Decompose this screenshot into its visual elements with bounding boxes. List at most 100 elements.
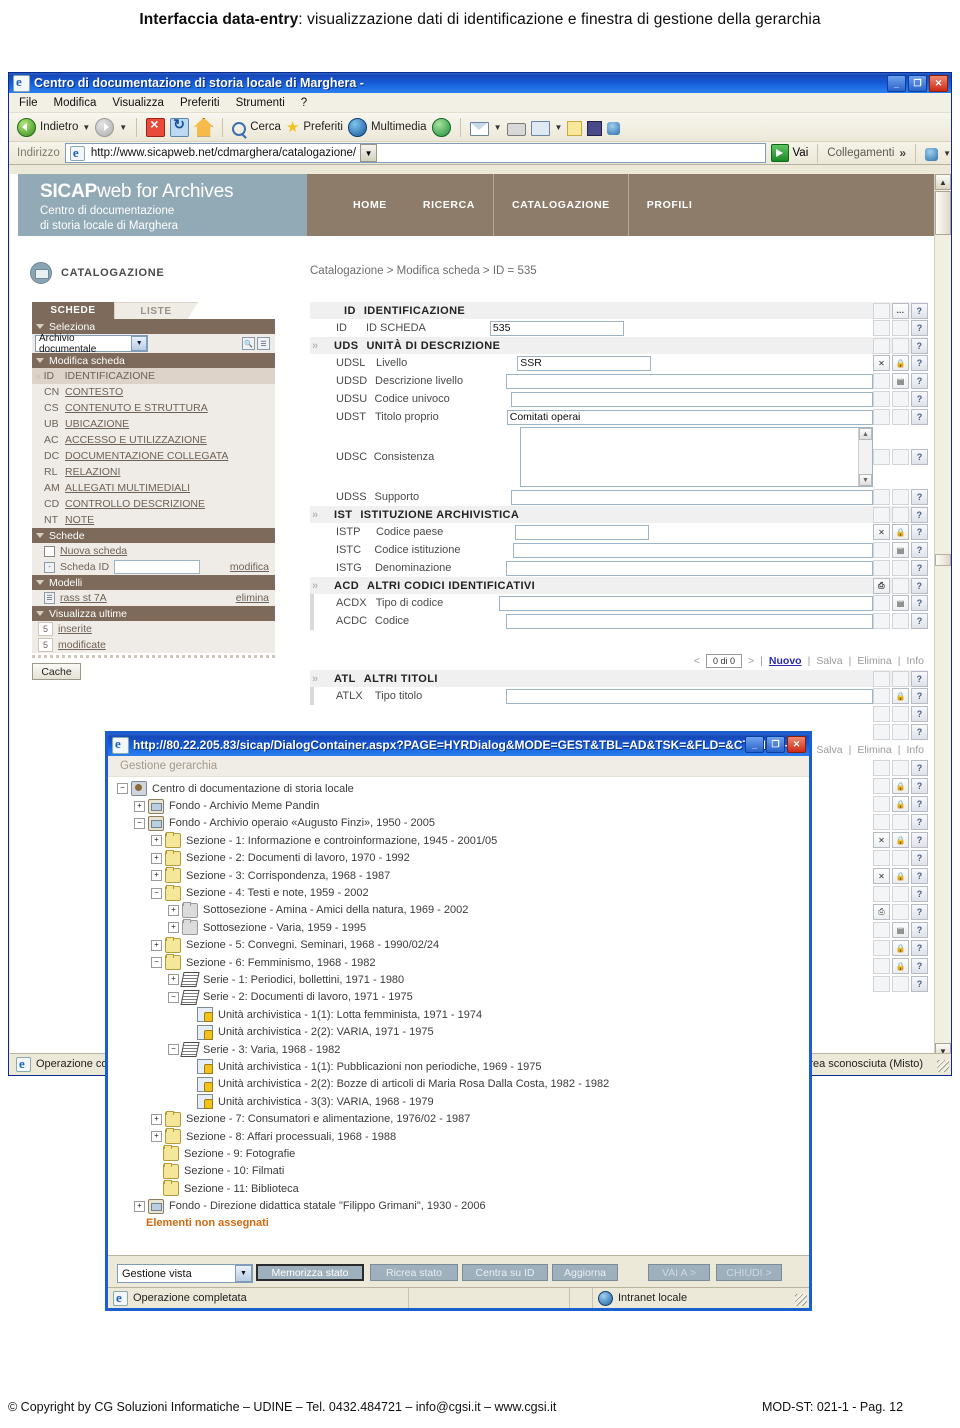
- sidebar-item-accesso[interactable]: AC ACCESSO E UTILIZZAZIONE: [32, 432, 275, 448]
- help-button-h8[interactable]: ?: [911, 850, 928, 866]
- row-extra-udss[interactable]: [892, 489, 909, 505]
- row-extra-h6[interactable]: [892, 814, 909, 830]
- expand-icon[interactable]: +: [151, 870, 162, 882]
- nav-elimina[interactable]: Elimina: [857, 655, 891, 667]
- expand-icon[interactable]: +: [134, 1200, 145, 1212]
- multimedia-button[interactable]: Multimedia: [347, 117, 427, 137]
- tree-node[interactable]: − Fondo - Archivio operaio «Augusto Finzi…: [111, 815, 809, 832]
- row-extra-2[interactable]: [892, 320, 909, 336]
- row-check-h3[interactable]: [873, 760, 890, 776]
- input-id-scheda[interactable]: 535: [489, 320, 624, 336]
- tree-node[interactable]: Unità archivistica - 2(2): Bozze di arti…: [111, 1076, 809, 1093]
- sidebar-label-am[interactable]: ALLEGATI MULTIMEDIALI: [65, 482, 190, 494]
- row-check-h14[interactable]: [873, 958, 890, 974]
- help-button-istp[interactable]: ?: [911, 524, 928, 540]
- tree-node[interactable]: + Sezione - 8: Affari processuali, 1968 -…: [111, 1128, 809, 1145]
- sidebar-label-dc[interactable]: DOCUMENTAZIONE COLLEGATA: [65, 450, 228, 462]
- input-acdx[interactable]: [499, 595, 873, 611]
- expand-icon[interactable]: +: [134, 800, 145, 812]
- row-check-h2[interactable]: [873, 724, 890, 740]
- help-button-h15[interactable]: ?: [911, 976, 928, 992]
- row-check-ist[interactable]: [873, 506, 890, 523]
- ellipsis-button[interactable]: ...: [892, 302, 909, 319]
- tree-node[interactable]: − Sezione - 6: Femminismo, 1968 - 1982: [111, 954, 809, 971]
- expand-icon[interactable]: +: [168, 922, 179, 934]
- refresh-icon[interactable]: [170, 116, 190, 137]
- list-icon-acdx[interactable]: ▤: [892, 595, 909, 611]
- tree-node[interactable]: Unità archivistica - 2(2): VARIA, 1971 -…: [111, 1023, 809, 1040]
- help-button-acd[interactable]: ?: [911, 577, 928, 594]
- row-extra-istg[interactable]: [892, 560, 909, 576]
- input-atlx[interactable]: [506, 688, 874, 704]
- page-scrollbar[interactable]: ▲ ▼: [934, 174, 951, 1059]
- stop-icon[interactable]: [146, 116, 166, 137]
- expand-icon[interactable]: +: [151, 1113, 162, 1125]
- sidebar-item-note[interactable]: NT NOTE: [32, 512, 275, 528]
- help-button-udss[interactable]: ?: [911, 489, 928, 505]
- group-modifica-scheda[interactable]: Modifica scheda: [32, 353, 275, 368]
- sidebar-label-nt[interactable]: NOTE: [65, 514, 94, 526]
- go-button[interactable]: Vai: [771, 144, 808, 162]
- help-button-h6[interactable]: ?: [911, 814, 928, 830]
- tree-node[interactable]: − Centro di documentazione di storia loca…: [111, 780, 809, 797]
- ultime-inserite-row[interactable]: 5 inserite: [32, 621, 275, 637]
- aggiorna-button[interactable]: Aggiorna: [552, 1264, 618, 1281]
- tree-node[interactable]: + Sezione - 1: Informazione e controinfor…: [111, 832, 809, 849]
- menu-preferiti[interactable]: Preferiti: [180, 97, 220, 109]
- tree-node[interactable]: − Serie - 2: Documenti di lavoro, 1971 - …: [111, 989, 809, 1006]
- chevron-right-icon-ist[interactable]: »: [312, 509, 326, 521]
- scroll-down-icon[interactable]: ▼: [859, 474, 872, 486]
- row-check-h15[interactable]: [873, 976, 890, 992]
- chevron-down-icon[interactable]: ▼: [131, 336, 147, 351]
- help-button-2[interactable]: ?: [911, 320, 928, 336]
- expand-icon[interactable]: +: [151, 1131, 162, 1142]
- row-check-atlx[interactable]: [873, 688, 891, 704]
- nav-profili[interactable]: PROFILI: [629, 199, 711, 211]
- row-check-h13[interactable]: [873, 940, 890, 956]
- collapse-icon[interactable]: −: [151, 957, 162, 969]
- tab-liste[interactable]: LISTE: [114, 302, 198, 319]
- chevron-down-icon[interactable]: ▼: [82, 123, 90, 132]
- collapse-icon[interactable]: −: [168, 991, 179, 1003]
- row-check-h8[interactable]: [873, 850, 890, 866]
- list-icon-h12[interactable]: ▤: [892, 922, 909, 938]
- search-button[interactable]: Cerca: [232, 119, 281, 136]
- help-button-h7[interactable]: ?: [911, 832, 928, 848]
- help-button-istc[interactable]: ?: [911, 542, 928, 558]
- input-udss[interactable]: [511, 489, 873, 505]
- tree-node[interactable]: + Sezione - 2: Documenti di lavoro, 1970 …: [111, 849, 809, 867]
- row-check-h6[interactable]: [873, 814, 890, 830]
- tree-node[interactable]: + Serie - 1: Periodici, bollettini, 1971 …: [111, 971, 809, 988]
- vai-a-button[interactable]: VAI A >: [648, 1264, 710, 1281]
- links-label[interactable]: Collegamenti: [827, 147, 894, 159]
- nav2-salva[interactable]: Salva: [816, 744, 842, 756]
- input-istp[interactable]: [515, 524, 650, 540]
- address-dropdown-icon[interactable]: ▼: [360, 144, 378, 162]
- input-istg[interactable]: [506, 560, 873, 576]
- help-button[interactable]: ?: [911, 302, 928, 319]
- expand-icon[interactable]: +: [168, 904, 179, 916]
- tree-node[interactable]: Unità archivistica - 1(1): Pubblicazioni…: [111, 1058, 809, 1075]
- help-button-h10[interactable]: ?: [911, 886, 928, 902]
- clear-button-istp[interactable]: ✕: [873, 524, 890, 540]
- group-modelli[interactable]: Modelli: [32, 575, 275, 590]
- translate-chevron-down-icon[interactable]: ▼: [943, 149, 951, 158]
- row-extra-acdc[interactable]: [892, 613, 909, 629]
- row-extra-h11[interactable]: [892, 904, 909, 920]
- modello-row[interactable]: ☰ rass st 7A elimina: [32, 590, 275, 606]
- collapse-icon[interactable]: −: [151, 887, 162, 899]
- chiudi-button[interactable]: CHIUDI >: [716, 1264, 782, 1281]
- help-button-udst[interactable]: ?: [911, 409, 928, 425]
- lock-icon-udsl[interactable]: 🔒: [892, 355, 909, 371]
- list-archive-icon[interactable]: ☰: [257, 337, 270, 350]
- input-acdc[interactable]: [506, 613, 873, 629]
- address-input[interactable]: http://www.sicapweb.net/cdmarghera/catal…: [64, 143, 767, 163]
- nav-salva[interactable]: Salva: [816, 655, 842, 667]
- translate-icon[interactable]: [925, 148, 939, 161]
- menu-modifica[interactable]: Modifica: [54, 97, 97, 109]
- tree-node[interactable]: − Serie - 3: Varia, 1968 - 1982: [111, 1041, 809, 1058]
- row-check-acdc[interactable]: [873, 613, 890, 629]
- row-check-udsc[interactable]: [873, 449, 890, 465]
- row-check-acdx[interactable]: [873, 595, 890, 611]
- tree-node[interactable]: − Sezione - 4: Testi e note, 1959 - 2002: [111, 884, 809, 901]
